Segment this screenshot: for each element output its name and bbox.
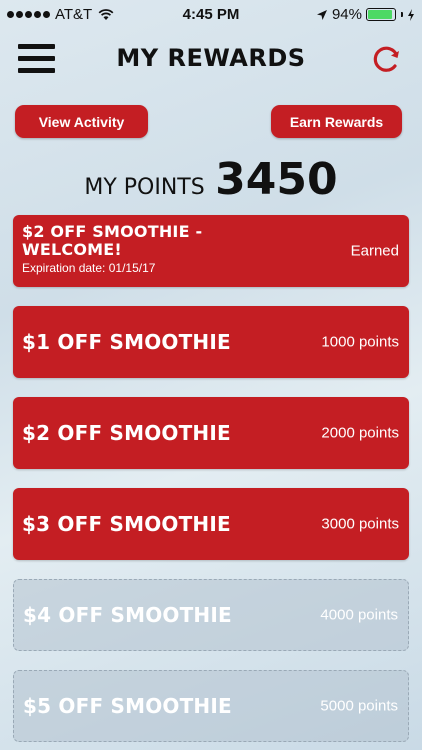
page-title: MY REWARDS bbox=[116, 44, 306, 72]
signal-strength-icon bbox=[7, 11, 50, 18]
reward-points-cost: 2000 points bbox=[321, 424, 399, 442]
charging-bolt-icon bbox=[408, 8, 414, 21]
reward-points-cost: 4000 points bbox=[320, 606, 398, 624]
points-label: MY POINTS bbox=[84, 175, 205, 200]
status-left: AT&T bbox=[7, 6, 114, 23]
status-right: 94% bbox=[316, 6, 415, 23]
view-activity-button[interactable]: View Activity bbox=[15, 105, 148, 138]
battery-fill bbox=[368, 10, 393, 19]
reward-name: $4 OFF SMOOTHIE bbox=[23, 603, 232, 627]
reward-item-4-locked[interactable]: $4 OFF SMOOTHIE 4000 points bbox=[13, 579, 409, 651]
reward-name: $2 OFF SMOOTHIE - WELCOME! bbox=[22, 222, 203, 259]
reward-item-5-locked[interactable]: $5 OFF SMOOTHIE 5000 points bbox=[13, 670, 409, 742]
battery-tip bbox=[401, 12, 403, 17]
refresh-icon[interactable] bbox=[368, 42, 404, 78]
reward-item-welcome[interactable]: $2 OFF SMOOTHIE - WELCOME! Expiration da… bbox=[13, 215, 409, 287]
reward-item-2[interactable]: $2 OFF SMOOTHIE 2000 points bbox=[13, 397, 409, 469]
points-display: MY POINTS 3450 bbox=[0, 154, 422, 205]
reward-status: Earned bbox=[350, 242, 399, 260]
reward-points-cost: 1000 points bbox=[321, 333, 399, 351]
reward-item-3[interactable]: $3 OFF SMOOTHIE 3000 points bbox=[13, 488, 409, 560]
reward-points-cost: 3000 points bbox=[321, 515, 399, 533]
hamburger-menu-icon[interactable] bbox=[18, 44, 55, 74]
reward-expiration: Expiration date: 01/15/17 bbox=[22, 261, 156, 275]
reward-name: $5 OFF SMOOTHIE bbox=[23, 694, 232, 718]
reward-name: $3 OFF SMOOTHIE bbox=[22, 512, 231, 536]
battery-icon bbox=[366, 8, 396, 21]
location-arrow-icon bbox=[316, 9, 327, 20]
carrier-name: AT&T bbox=[55, 6, 93, 23]
reward-points-cost: 5000 points bbox=[320, 697, 398, 715]
battery-percent: 94% bbox=[331, 6, 362, 23]
points-value: 3450 bbox=[215, 154, 338, 205]
status-bar: AT&T 4:45 PM 94% bbox=[0, 0, 422, 30]
earn-rewards-button[interactable]: Earn Rewards bbox=[271, 105, 402, 138]
reward-item-1[interactable]: $1 OFF SMOOTHIE 1000 points bbox=[13, 306, 409, 378]
reward-name: $1 OFF SMOOTHIE bbox=[22, 330, 231, 354]
reward-name: $2 OFF SMOOTHIE bbox=[22, 421, 231, 445]
wifi-icon bbox=[98, 8, 114, 20]
